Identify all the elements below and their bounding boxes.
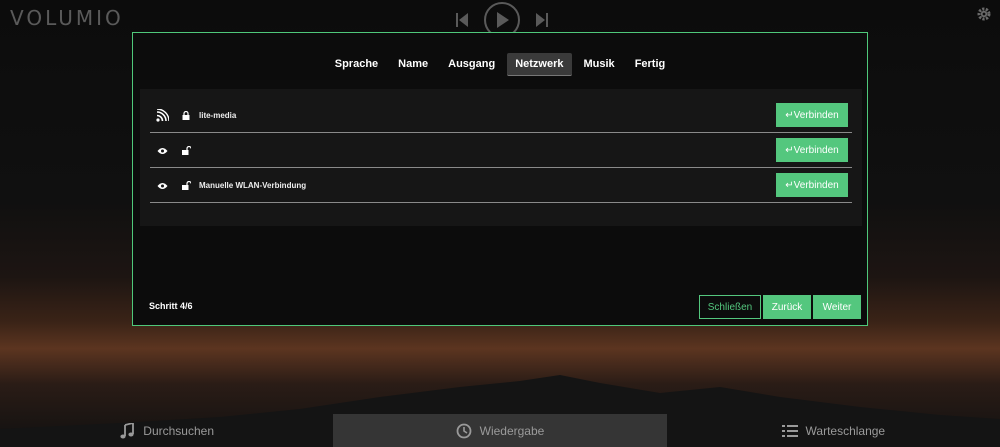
lock-closed-icon [181,111,191,121]
tab-browse[interactable]: Durchsuchen [0,414,333,447]
setup-wizard-dialog: Sprache Name Ausgang Netzwerk Musik Fert… [132,32,868,326]
next-step-button[interactable]: Weiter [813,295,861,319]
step-name[interactable]: Name [390,53,436,76]
connect-button[interactable]: ↵Verbinden [776,173,848,197]
next-icon [536,13,548,27]
connect-button[interactable]: ↵Verbinden [776,103,848,127]
network-row: ↵Verbinden [150,134,852,168]
tab-queue[interactable]: Warteschlange [667,414,1000,447]
music-note-icon [119,422,135,439]
previous-icon [456,13,468,27]
network-ssid: lite-media [199,111,237,120]
network-ssid: Manuelle WLAN-Verbindung [199,181,307,190]
step-ausgang[interactable]: Ausgang [440,53,503,76]
step-fertig[interactable]: Fertig [627,53,674,76]
play-icon [497,12,509,28]
step-netzwerk[interactable]: Netzwerk [507,53,572,76]
tab-queue-label: Warteschlange [805,423,886,438]
wifi-icon [155,109,169,123]
back-button[interactable]: Zurück [763,295,811,319]
network-row: Manuelle WLAN-Verbindung ↵Verbinden [150,169,852,203]
step-musik[interactable]: Musik [576,53,623,76]
gear-icon [977,7,991,21]
list-icon [781,423,798,439]
step-counter: Schritt 4/6 [149,301,193,311]
volumio-logo: VOLUMIO [10,6,124,30]
step-sprache[interactable]: Sprache [327,53,386,76]
wizard-steps: Sprache Name Ausgang Netzwerk Musik Fert… [133,53,867,76]
bottom-navigation: Durchsuchen Wiedergabe Warteschlange [0,414,1000,447]
clock-icon [456,423,472,439]
settings-button[interactable] [976,6,992,22]
tab-browse-label: Durchsuchen [143,423,215,438]
network-row: lite-media ↵Verbinden [150,99,852,133]
tab-playback-label: Wiedergabe [479,423,545,438]
next-button[interactable] [530,8,554,32]
connect-button[interactable]: ↵Verbinden [776,138,848,162]
previous-button[interactable] [450,8,474,32]
network-list: lite-media ↵Verbinden ↵Verbinden Manuell… [140,89,862,226]
close-button[interactable]: Schließen [699,295,761,319]
lock-open-icon [181,181,191,191]
tab-playback[interactable]: Wiedergabe [333,414,667,447]
lock-open-icon [181,146,191,156]
eye-icon [155,144,169,158]
eye-icon [155,179,169,193]
